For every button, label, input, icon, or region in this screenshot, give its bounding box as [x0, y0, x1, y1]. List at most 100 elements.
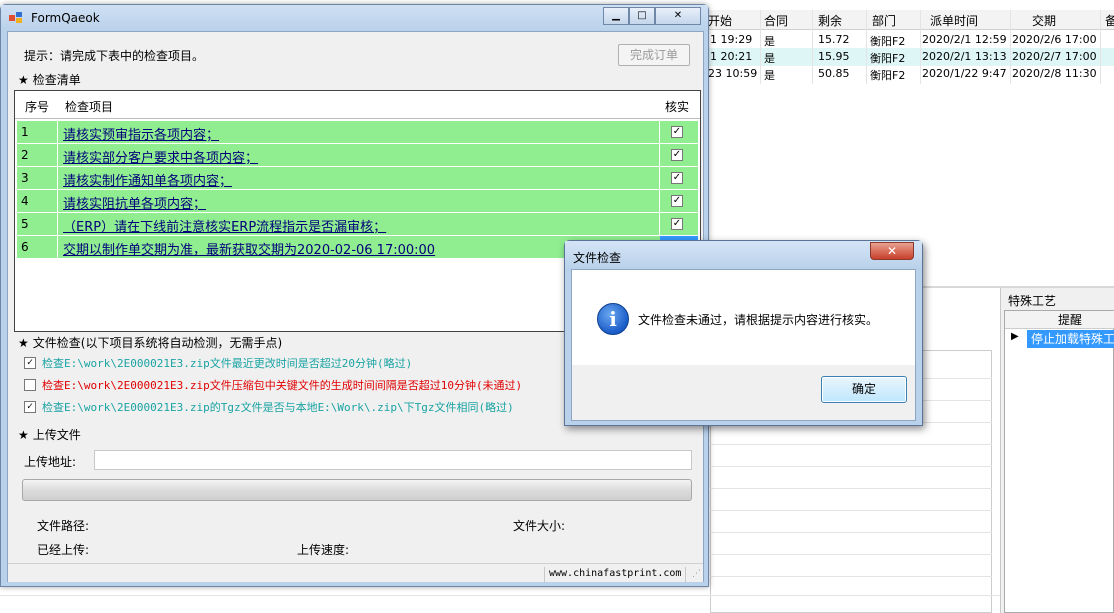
cell-due: 2020/2/8 11:30: [1012, 67, 1097, 80]
file-path-label: 文件路径:: [37, 519, 90, 533]
cell-remaining: 15.72: [818, 33, 850, 46]
uploaded-label: 已经上传:: [37, 543, 90, 557]
form-titlebar[interactable]: FormQaeok ▁ □ ✕: [1, 5, 708, 31]
table-row[interactable]: 23 10:59 是 50.85 衡阳F2 2020/1/22 9:47 202…: [700, 65, 1114, 83]
dialog-close-button[interactable]: ✕: [870, 242, 914, 260]
grid-line: [710, 466, 992, 467]
col-header-index[interactable]: 序号: [25, 98, 49, 115]
col-header-due[interactable]: 交期: [1032, 12, 1056, 29]
cell-dept: 衡阳F2: [870, 69, 906, 82]
col-header-remaining[interactable]: 剩余: [818, 12, 842, 29]
special-process-title: 特殊工艺: [1008, 294, 1057, 308]
row-index: 6: [21, 240, 29, 254]
file-check-label: 检查E:\work\2E000021E3.zip的Tgz文件是否与本地E:\Wo…: [42, 401, 514, 414]
form-title: FormQaeok: [31, 11, 100, 25]
checklist-section-title: ★ 检查清单: [18, 71, 81, 88]
file-check-item[interactable]: ✓ 检查E:\work\2E000021E3.zip文件最近更改时间是否超过20分…: [24, 355, 412, 371]
table-row[interactable]: 1 19:29 是 15.72 衡阳F2 2020/2/1 12:59 2020…: [700, 31, 1114, 49]
checklist-item-link[interactable]: （ERP）请在下线前注意核实ERP流程指示是否漏审核；: [63, 216, 386, 235]
dialog-body: i 文件检查未通过，请根据提示内容进行核实。 确定: [571, 269, 916, 421]
checklist-item-link[interactable]: 请核实预审指示各项内容；: [63, 124, 219, 143]
col-header-contract[interactable]: 合同: [764, 12, 788, 29]
grid-line: [710, 510, 992, 511]
cell-dispatch: 2020/1/22 9:47: [922, 67, 1007, 80]
star-icon: ★: [18, 428, 29, 442]
order-grid-header: 开始 合同 剩余 部门 派单时间 交期 备: [700, 10, 1114, 30]
upload-section-title: ★ 上传文件: [18, 426, 81, 443]
file-check-item[interactable]: 检查E:\work\2E000021E3.zip文件压缩包中关键文件的生成时间间…: [24, 377, 522, 393]
col-header-dispatch[interactable]: 派单时间: [930, 12, 978, 29]
checklist-row[interactable]: 2 请核实部分客户要求中各项内容； ✓: [17, 144, 698, 167]
grid-line: [710, 444, 992, 445]
upload-address-input[interactable]: [94, 450, 692, 470]
row-index: 4: [21, 194, 29, 208]
checklist-row[interactable]: 3 请核实制作通知单各项内容； ✓: [17, 167, 698, 190]
table-row[interactable]: 1 20:21 是 15.95 衡阳F2 2020/2/1 13:13 2020…: [700, 48, 1114, 66]
file-check-item[interactable]: ✓ 检查E:\work\2E000021E3.zip的Tgz文件是否与本地E:\W…: [24, 399, 514, 415]
grid-line: [1010, 10, 1011, 84]
file-size-label: 文件大小:: [513, 519, 566, 533]
verify-checkbox[interactable]: ✓: [671, 218, 683, 230]
file-check-label: 检查E:\work\2E000021E3.zip文件压缩包中关键文件的生成时间间…: [42, 379, 523, 392]
row-indicator-icon: ▶: [1011, 331, 1019, 342]
grid-line: [0, 595, 1000, 596]
checklist-row[interactable]: 5 （ERP）请在下线前注意核实ERP流程指示是否漏审核； ✓: [17, 213, 698, 236]
file-check-dialog: 文件检查 ✕ i 文件检查未通过，请根据提示内容进行核实。 确定: [564, 240, 923, 426]
verify-checkbox[interactable]: ✓: [671, 195, 683, 207]
info-icon: i: [597, 303, 629, 335]
special-process-cell[interactable]: 停止加载特殊工: [1027, 330, 1114, 348]
upload-progress-bar: [22, 479, 692, 501]
verify-checkbox[interactable]: ✓: [671, 172, 683, 184]
ok-button[interactable]: 确定: [821, 376, 907, 403]
file-check-checkbox[interactable]: ✓: [24, 401, 36, 413]
grid-line: [866, 10, 867, 84]
dialog-titlebar[interactable]: 文件检查 ✕: [565, 241, 922, 269]
cell-remaining: 15.95: [818, 50, 850, 63]
cell-dispatch: 2020/2/1 13:13: [922, 50, 1007, 63]
hint-text: 提示：请完成下表中的检查项目。: [24, 49, 205, 63]
minimize-button[interactable]: ▁: [603, 7, 629, 25]
upload-section-label: 上传文件: [32, 428, 81, 442]
special-process-column-header[interactable]: 提醒: [1005, 311, 1114, 329]
cell-contract: 是: [764, 35, 775, 48]
cell-due: 2020/2/6 17:00: [1012, 33, 1097, 46]
star-icon: ★: [18, 336, 29, 350]
file-check-section-label: 文件检查(以下项目系统将自动检测，无需手点): [32, 336, 283, 350]
verify-checkbox[interactable]: ✓: [671, 149, 683, 161]
checklist-item-link[interactable]: 交期以制作单交期为准，最新获取交期为2020-02-06 17:00:00: [63, 239, 435, 258]
checklist-item-link[interactable]: 请核实阻抗单各项内容；: [63, 193, 206, 212]
upload-speed-label: 上传速度:: [297, 543, 350, 557]
status-bar: www.chinafastprint.com ⋰: [8, 563, 703, 583]
grid-line: [710, 576, 992, 577]
dialog-content: i 文件检查未通过，请根据提示内容进行核实。: [572, 270, 915, 365]
special-process-grid: 提醒 ▶ 停止加载特殊工: [1004, 310, 1114, 613]
grid-line: [1100, 10, 1101, 84]
col-header-item[interactable]: 检查项目: [65, 98, 113, 115]
checklist-section-label: 检查清单: [32, 73, 81, 87]
row-index: 5: [21, 217, 29, 231]
file-check-checkbox[interactable]: [24, 379, 36, 391]
col-header-note[interactable]: 备: [1105, 12, 1114, 29]
grid-line: [710, 532, 992, 533]
checklist-item-link[interactable]: 请核实制作通知单各项内容；: [63, 170, 232, 189]
cell-contract: 是: [764, 52, 775, 65]
checklist-row[interactable]: 1 请核实预审指示各项内容； ✓: [17, 121, 698, 144]
finish-order-button[interactable]: 完成订单: [618, 44, 690, 66]
grid-line: [710, 488, 992, 489]
verify-checkbox[interactable]: ✓: [671, 126, 683, 138]
checklist-row[interactable]: 4 请核实阻抗单各项内容； ✓: [17, 190, 698, 213]
checklist-item-link[interactable]: 请核实部分客户要求中各项内容；: [63, 147, 258, 166]
cell-start: 23 10:59: [708, 67, 758, 80]
close-button[interactable]: ✕: [655, 7, 701, 25]
grid-line: [760, 10, 761, 84]
grid-line: [710, 554, 992, 555]
checklist-header: 序号 检查项目 核实: [15, 91, 700, 119]
col-header-dept[interactable]: 部门: [872, 12, 896, 29]
col-header-start[interactable]: 开始: [708, 12, 732, 29]
col-header-verify[interactable]: 核实: [665, 98, 689, 115]
maximize-button[interactable]: □: [629, 7, 655, 25]
file-check-checkbox[interactable]: ✓: [24, 357, 36, 369]
cell-remaining: 50.85: [818, 67, 850, 80]
grid-line: [920, 10, 921, 84]
resize-grip-icon[interactable]: ⋰: [692, 569, 701, 579]
